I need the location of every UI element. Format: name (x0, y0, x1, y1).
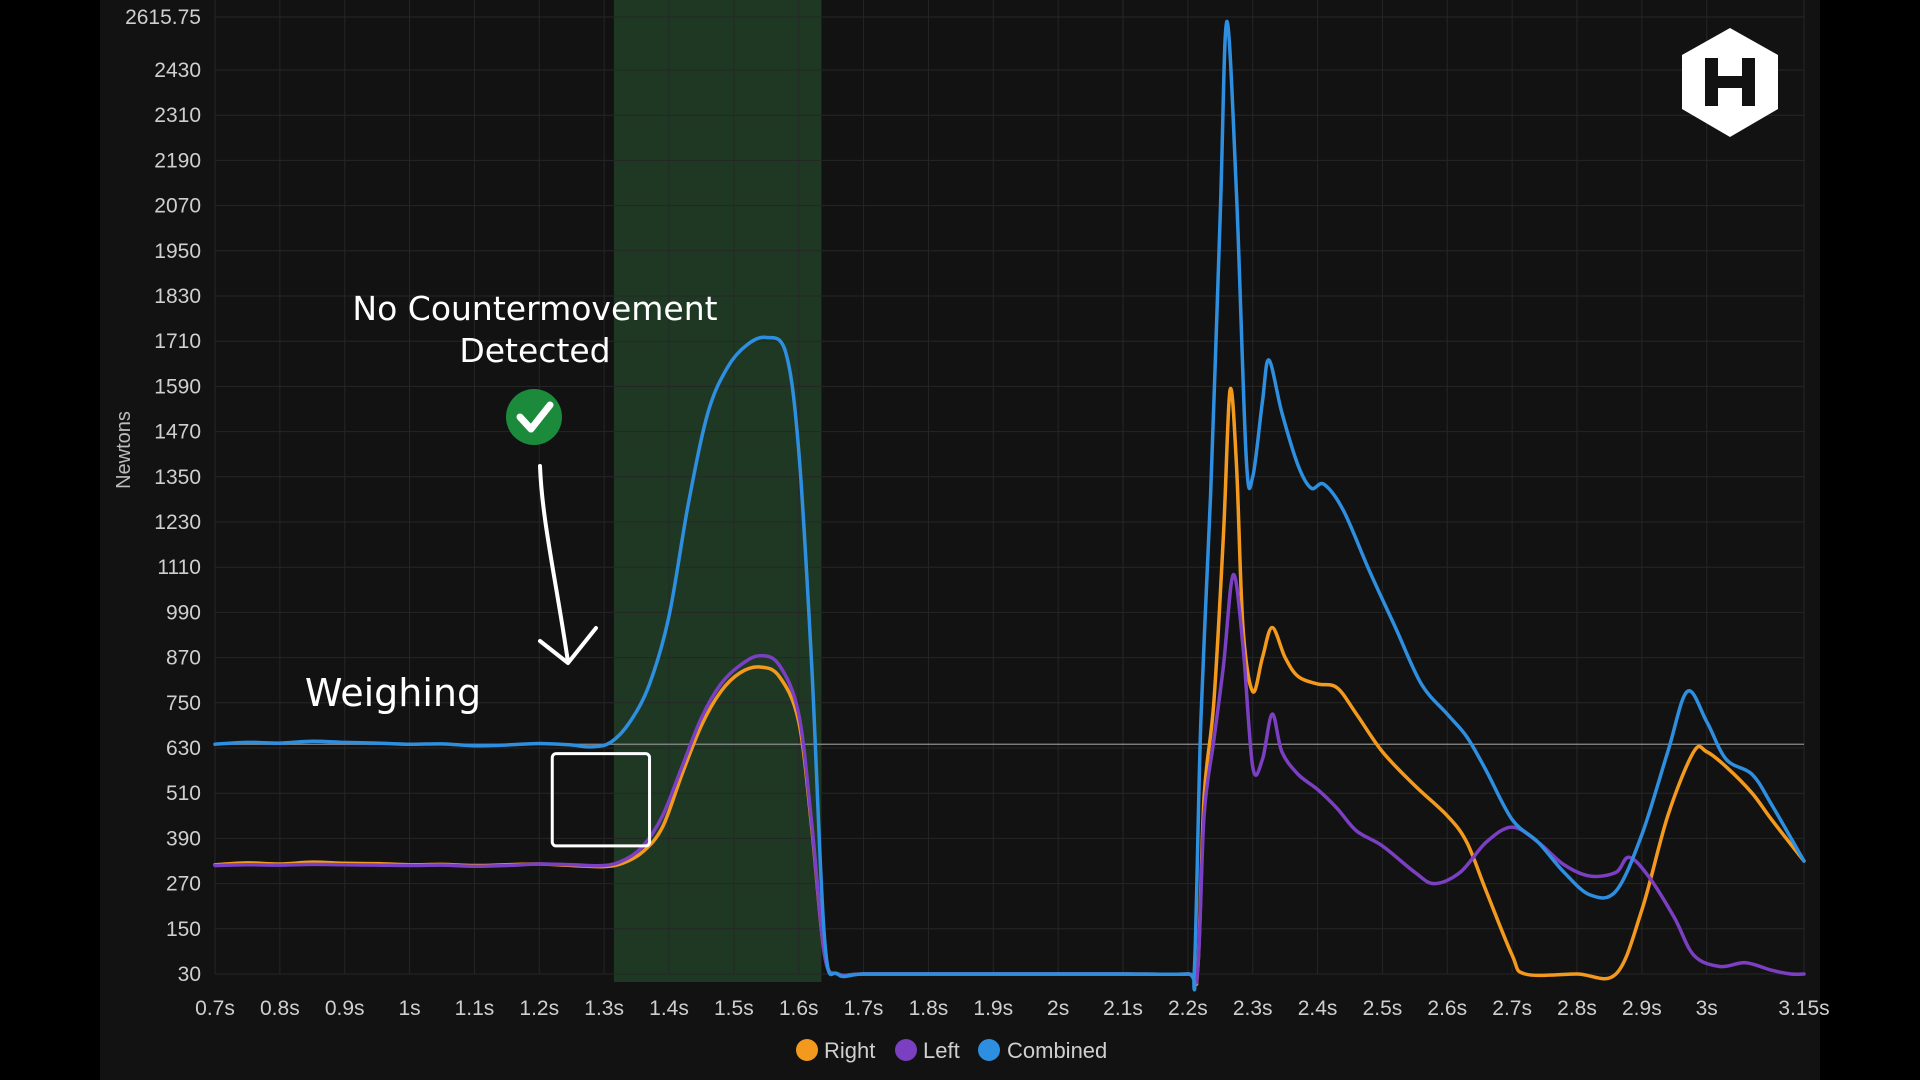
x-tick-label: 2.8s (1557, 997, 1597, 1020)
x-tick-label: 2.3s (1233, 997, 1273, 1020)
y-tick-label: 2615.75 (125, 6, 201, 29)
x-tick-label: 1.2s (519, 997, 559, 1020)
y-tick-labels: 30 150 270 390 510 630 750 870 990 1110 1230 1350 14… (125, 6, 201, 986)
y-tick-label: 30 (178, 963, 201, 986)
x-tick-label: 3s (1696, 997, 1718, 1020)
x-tick-labels: 0.7s 0.8s 0.9s 1s 1.1s 1.2s 1.3s 1.4s 1.5s 1.6s 1.… (195, 997, 1830, 1020)
x-tick-label: 1.4s (649, 997, 689, 1020)
legend-item-right[interactable]: Right (796, 1038, 875, 1063)
y-tick-label: 1230 (154, 511, 201, 534)
y-tick-label: 630 (166, 737, 201, 760)
x-tick-label: 1.3s (584, 997, 624, 1020)
x-tick-label: 2.5s (1363, 997, 1403, 1020)
x-tick-label: 2.1s (1103, 997, 1143, 1020)
y-tick-label: 750 (166, 692, 201, 715)
y-tick-label: 1110 (157, 556, 201, 579)
legend-label-combined: Combined (1007, 1038, 1107, 1063)
x-tick-label: 1.6s (779, 997, 819, 1020)
y-tick-label: 1470 (154, 421, 201, 444)
legend: Right Left Combined (796, 1038, 1107, 1063)
x-tick-label: 0.7s (195, 997, 235, 1020)
x-tick-label: 1s (398, 997, 420, 1020)
y-tick-label: 390 (166, 827, 201, 850)
y-tick-label: 2190 (154, 149, 201, 172)
y-tick-label: 990 (166, 601, 201, 624)
propulsion-phase-highlight (613, 0, 822, 982)
y-tick-label: 2310 (154, 104, 201, 127)
weighing-label: Weighing (305, 671, 481, 715)
hand-drawn-arrow-icon (538, 464, 598, 665)
highlight-layer (613, 0, 822, 982)
y-tick-label: 1950 (154, 240, 201, 263)
y-tick-label: 1590 (154, 375, 201, 398)
x-tick-label: 2.6s (1427, 997, 1467, 1020)
check-circle-icon (506, 389, 562, 445)
y-tick-label: 1350 (154, 466, 201, 489)
legend-label-right: Right (824, 1038, 875, 1063)
legend-item-combined[interactable]: Combined (978, 1038, 1107, 1063)
y-tick-label: 2430 (154, 59, 201, 82)
y-tick-label: 1830 (154, 285, 201, 308)
legend-item-left[interactable]: Left (895, 1038, 960, 1063)
x-tick-label: 0.9s (325, 997, 365, 1020)
y-tick-label: 870 (166, 647, 201, 670)
series-layer (213, 19, 1806, 992)
series-line-combined (213, 19, 1806, 992)
y-tick-label: 2070 (154, 195, 201, 218)
hexagon-h-logo (1682, 28, 1778, 137)
x-tick-label: 2.4s (1298, 997, 1338, 1020)
legend-label-left: Left (923, 1038, 960, 1063)
x-tick-label: 2.9s (1622, 997, 1662, 1020)
x-tick-label: 2.2s (1168, 997, 1208, 1020)
x-tick-label: 1.8s (909, 997, 949, 1020)
x-tick-label: 1.5s (714, 997, 754, 1020)
series-line-left (213, 572, 1806, 985)
x-tick-label: 0.8s (260, 997, 300, 1020)
y-axis-label: Newtons (113, 411, 135, 489)
grid-layer (214, 0, 1805, 975)
x-tick-label: 3.15s (1778, 997, 1829, 1020)
y-tick-label: 150 (166, 918, 201, 941)
y-tick-label: 510 (166, 782, 201, 805)
x-tick-label: 2.7s (1492, 997, 1532, 1020)
force-time-chart: 30 150 270 390 510 630 750 870 990 1110 1230 1350 14… (113, 0, 1830, 1063)
no-countermovement-label-line1: No Countermovement (352, 289, 717, 328)
x-tick-label: 1.7s (844, 997, 884, 1020)
y-tick-label: 270 (166, 873, 201, 896)
x-tick-label: 2s (1047, 997, 1069, 1020)
x-tick-label: 1.1s (455, 997, 495, 1020)
no-countermovement-label-line2: Detected (459, 331, 610, 370)
x-tick-label: 1.9s (973, 997, 1013, 1020)
y-tick-label: 1710 (154, 330, 201, 353)
